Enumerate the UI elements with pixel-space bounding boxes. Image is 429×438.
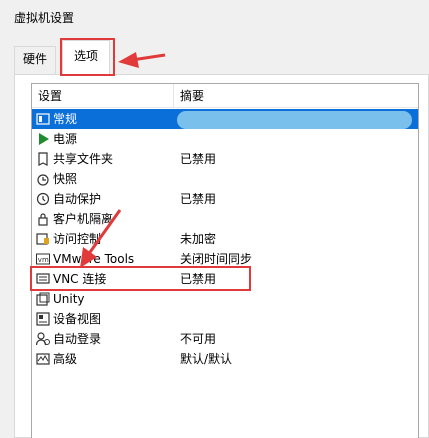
list-item-unity[interactable]: Unity (32, 289, 418, 309)
access-control-icon (36, 232, 50, 246)
list-item-snapshot[interactable]: 快照 (32, 169, 418, 189)
column-header-summary[interactable]: 摘要 (174, 84, 420, 108)
tab-hardware[interactable]: 硬件 (14, 46, 57, 74)
list-item-label: 自动登录 (53, 332, 102, 346)
list-item-label: 访问控制 (53, 232, 102, 246)
list-item-autologin[interactable]: 自动登录 不可用 (32, 329, 418, 349)
list-item-label: 客户机隔离 (53, 212, 114, 226)
list-item-label: 常规 (53, 112, 78, 126)
list-item-summary: 默认/默认 (180, 352, 233, 366)
advanced-icon (36, 352, 50, 366)
snapshot-icon (36, 172, 50, 186)
list-item-advanced[interactable]: 高级 默认/默认 (32, 349, 418, 369)
vmware-tools-icon: vm (36, 252, 50, 266)
list-item-autoprotect[interactable]: 自动保护 已禁用 (32, 189, 418, 209)
window-title: 虚拟机设置 (14, 11, 75, 25)
list-item-label: 自动保护 (53, 192, 102, 206)
list-item-summary: 已禁用 (180, 152, 217, 166)
autoprotect-icon (36, 192, 50, 206)
list-header: 设置 摘要 (32, 84, 418, 108)
svg-text:vm: vm (38, 256, 49, 264)
column-header-settings[interactable]: 设置 (32, 84, 174, 108)
unity-icon (36, 292, 50, 306)
list-item-power[interactable]: 电源 (32, 129, 418, 149)
options-panel: 设置 摘要 常规 电源 共享文件夹 已禁用 快照 自动保护 已禁用 客户机隔离 … (14, 74, 429, 438)
list-item-label: 电源 (53, 132, 78, 146)
list-item-summary: 未加密 (180, 232, 217, 246)
annotation-highlight-vnc-row (30, 266, 251, 291)
list-item-guest-isolation[interactable]: 客户机隔离 (32, 209, 418, 229)
list-item-summary: 已禁用 (180, 192, 217, 206)
list-item-label: Unity (53, 292, 85, 306)
list-item-label: 快照 (53, 172, 78, 186)
list-item-summary: 不可用 (180, 332, 217, 346)
list-item-label: 高级 (53, 352, 78, 366)
settings-list: 设置 摘要 常规 电源 共享文件夹 已禁用 快照 自动保护 已禁用 客户机隔离 … (31, 83, 419, 438)
autologin-icon (36, 331, 50, 346)
list-item-general[interactable]: 常规 (32, 109, 418, 129)
lock-icon (36, 212, 50, 226)
power-icon (36, 132, 50, 146)
list-item-access-control[interactable]: 访问控制 未加密 (32, 229, 418, 249)
annotation-highlight-options-tab (60, 38, 115, 76)
list-item-label: 共享文件夹 (53, 152, 114, 166)
list-item-shared-folders[interactable]: 共享文件夹 已禁用 (32, 149, 418, 169)
list-item-device-view[interactable]: 设备视图 (32, 309, 418, 329)
shared-folders-icon (36, 151, 50, 166)
list-item-label: VMware Tools (53, 252, 135, 266)
redaction-blur (177, 111, 412, 129)
device-view-icon (36, 311, 50, 326)
general-icon (36, 112, 50, 126)
list-item-label: 设备视图 (53, 312, 102, 326)
